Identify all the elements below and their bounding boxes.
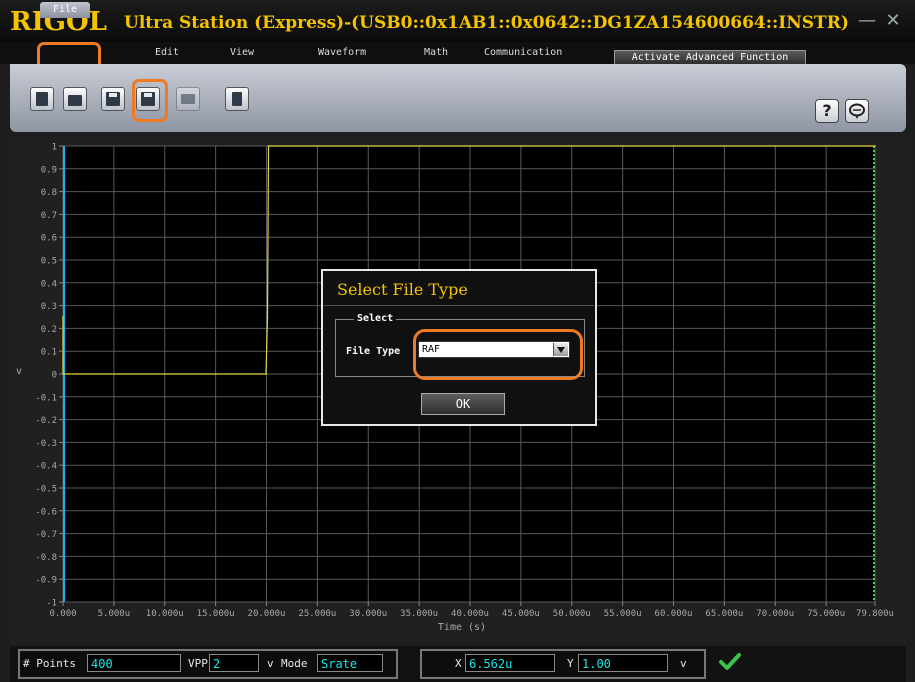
select-group-label: Select [354, 313, 397, 325]
cursor-y-unit: v [680, 657, 687, 670]
menu-communication[interactable]: Communication [484, 47, 562, 59]
vpp-unit: v [267, 657, 274, 670]
points-label: # Points [23, 657, 76, 670]
dialog-title: Select File Type [337, 280, 468, 299]
y-tick-label: 0.9 [41, 165, 57, 175]
cursor-y-label: Y [567, 657, 574, 670]
y-tick-label: 0.8 [41, 188, 57, 198]
import-icon[interactable] [225, 87, 249, 111]
speech-bubble-icon[interactable] [845, 99, 869, 123]
x-tick-label: 40.000u [451, 609, 489, 619]
menu-edit[interactable]: Edit [155, 47, 179, 59]
x-tick-label: 25.000u [298, 609, 336, 619]
y-tick-label: -0.6 [35, 507, 57, 517]
waveform-point [62, 316, 64, 318]
x-axis-ticks: 0.000 5.000u 10.000u 15.000u 20.000u 25.000u 3… [49, 602, 894, 619]
y-tick-label: 0.1 [41, 348, 57, 358]
y-tick-label: -0.3 [35, 439, 57, 449]
cursor-x-label: X [455, 657, 462, 670]
menu-math[interactable]: Math [424, 47, 448, 59]
checkmark-icon[interactable] [718, 651, 742, 673]
x-tick-label: 5.000u [98, 609, 131, 619]
y-tick-label: 0.4 [41, 279, 57, 289]
y-tick-label: 1 [52, 143, 57, 153]
y-tick-label: -0.7 [35, 530, 57, 540]
y-tick-label: -0.8 [35, 553, 57, 563]
y-tick-label: -0.2 [35, 416, 57, 426]
y-tick-label: -0.5 [35, 485, 57, 495]
points-input[interactable]: 400 [87, 654, 181, 672]
vpp-label: VPP [188, 657, 208, 670]
x-tick-label: 65.000u [705, 609, 743, 619]
y-tick-label: -1 [46, 599, 57, 609]
waveform-point [874, 145, 876, 147]
x-tick-label: 60.000u [655, 609, 693, 619]
x-tick-label: 75.000u [807, 609, 845, 619]
y-tick-label: -0.9 [35, 576, 57, 586]
dialog-divider [324, 305, 594, 306]
y-tick-label: -0.1 [35, 393, 57, 403]
x-tick-label: 55.000u [604, 609, 642, 619]
close-button[interactable]: ✕ [882, 12, 904, 30]
save-as-highlight [132, 79, 168, 122]
new-file-icon[interactable] [30, 87, 54, 111]
x-tick-label: 10.000u [146, 609, 184, 619]
y-tick-label: 0.3 [41, 302, 57, 312]
menu-waveform[interactable]: Waveform [318, 47, 366, 59]
vpp-input[interactable]: 2 [209, 654, 259, 672]
y-tick-label: 0.7 [41, 211, 57, 221]
x-tick-label: 30.000u [349, 609, 387, 619]
y-axis-label: v [16, 366, 22, 377]
file-type-label: File Type [346, 346, 401, 357]
help-button[interactable]: ? [815, 99, 839, 123]
print-icon[interactable] [176, 87, 200, 111]
cursor-y-input[interactable]: 1.00 [578, 654, 668, 672]
file-type-highlight [413, 329, 583, 380]
waveform-point [266, 316, 269, 318]
minimize-button[interactable]: — [856, 12, 878, 30]
waveform-point [267, 145, 270, 147]
x-tick-label: 20.000u [248, 609, 286, 619]
y-axis-ticks: 1 0.9 0.8 0.7 0.6 0.5 0.4 0.3 0.2 0.1 0 -0.1 -0.2 -0.… [35, 143, 63, 609]
waveform-point [63, 373, 65, 375]
title-bar: RIGOL Ultra Station (Express)-(USB0::0x1… [0, 0, 915, 43]
x-tick-label: 79.800u [856, 609, 894, 619]
open-folder-icon[interactable] [63, 87, 87, 111]
x-tick-label: 35.000u [400, 609, 438, 619]
waveform-point [265, 373, 267, 375]
mode-input[interactable]: Srate [317, 654, 383, 672]
x-tick-label: 45.000u [502, 609, 540, 619]
x-tick-label: 70.000u [756, 609, 794, 619]
y-tick-label: 0.6 [41, 234, 57, 244]
y-tick-label: 0.2 [41, 325, 57, 335]
y-tick-label: -0.4 [35, 462, 57, 472]
x-axis-label: Time (s) [438, 622, 486, 633]
window-title: Ultra Station (Express)-(USB0::0x1AB1::0… [124, 13, 849, 33]
save-icon[interactable] [101, 87, 125, 111]
cursor-x-input[interactable]: 6.562u [465, 654, 555, 672]
mode-label: Mode [281, 657, 308, 670]
y-tick-label: 0.5 [41, 257, 57, 267]
menu-view[interactable]: View [230, 47, 254, 59]
x-tick-label: 50.000u [553, 609, 591, 619]
menu-file[interactable]: File [40, 2, 90, 18]
y-tick-label: 0 [52, 371, 57, 381]
x-tick-label: 15.000u [197, 609, 235, 619]
x-tick-label: 0.000 [49, 609, 76, 619]
ok-button[interactable]: OK [421, 393, 505, 415]
